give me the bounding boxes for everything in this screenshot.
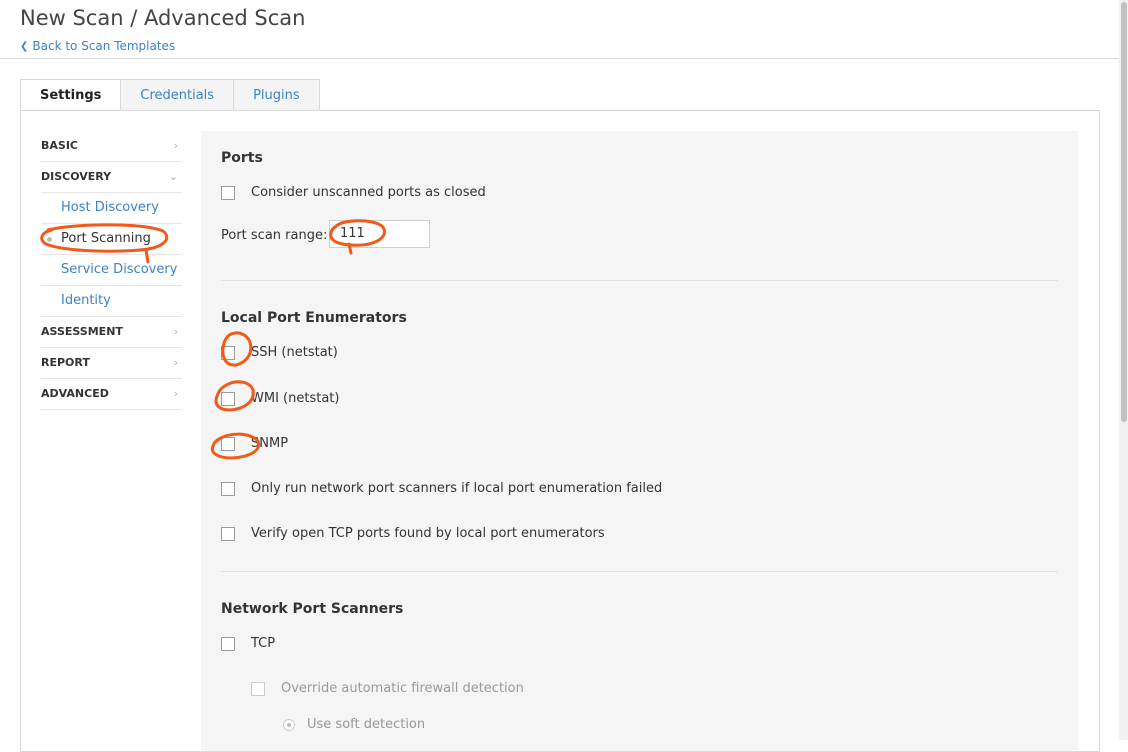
soft-detection-option[interactable]: Use soft detection — [283, 717, 425, 732]
tab-settings[interactable]: Settings — [20, 79, 122, 112]
tcp-option[interactable]: TCP — [221, 636, 275, 651]
nav-item-host-discovery[interactable]: Host Discovery — [41, 193, 182, 224]
chevron-right-icon: › — [173, 325, 178, 338]
wmi-netstat-option[interactable]: WMI (netstat) — [221, 391, 339, 406]
chevron-right-icon: › — [173, 139, 178, 152]
port-scanning-content: Ports Consider unscanned ports as closed… — [201, 131, 1078, 751]
chevron-down-icon: ⌄ — [168, 170, 178, 183]
tab-bar: Settings Credentials Plugins — [20, 79, 320, 112]
page-title: New Scan / Advanced Scan — [20, 6, 306, 30]
nav-advanced-label: ADVANCED — [41, 387, 109, 400]
override-firewall-checkbox[interactable] — [251, 681, 265, 696]
nav-port-scanning-label: Port Scanning — [61, 231, 151, 246]
page-header: New Scan / Advanced Scan ❮ Back to Scan T… — [0, 0, 1119, 59]
override-firewall-label: Override automatic firewall detection — [281, 681, 524, 696]
nav-report-label: REPORT — [41, 356, 90, 369]
wmi-netstat-label: WMI (netstat) — [251, 391, 340, 406]
snmp-label: SNMP — [251, 436, 289, 451]
consider-unscanned-checkbox[interactable] — [221, 185, 235, 200]
back-to-templates-link[interactable]: ❮ Back to Scan Templates — [20, 39, 175, 53]
divider — [221, 571, 1058, 572]
consider-unscanned-option[interactable]: Consider unscanned ports as closed — [221, 185, 486, 200]
soft-detection-label: Use soft detection — [307, 717, 426, 732]
chevron-left-icon: ❮ — [20, 41, 29, 52]
tcp-label: TCP — [251, 636, 276, 651]
only-run-label: Only run network port scanners if local … — [251, 481, 663, 496]
divider — [221, 280, 1058, 281]
port-range-label: Port scan range: — [221, 228, 328, 243]
ports-section-title: Ports — [221, 150, 263, 166]
ssh-netstat-option[interactable]: SSH (netstat) — [221, 345, 338, 360]
settings-sidenav: BASIC › DISCOVERY ⌄ Host Discovery Port … — [41, 131, 182, 410]
tab-plugins[interactable]: Plugins — [234, 79, 320, 112]
nav-section-discovery[interactable]: DISCOVERY ⌄ — [41, 162, 182, 193]
nav-section-advanced[interactable]: ADVANCED › — [41, 379, 182, 410]
nav-item-service-discovery[interactable]: Service Discovery — [41, 255, 182, 286]
scrollbar-thumb[interactable] — [1121, 2, 1127, 422]
chevron-right-icon: › — [173, 387, 178, 400]
port-range-input[interactable]: 111 — [329, 220, 430, 248]
tcp-checkbox[interactable] — [221, 636, 235, 651]
wmi-netstat-checkbox[interactable] — [221, 391, 235, 406]
vertical-scrollbar[interactable] — [1119, 0, 1128, 740]
nav-section-report[interactable]: REPORT › — [41, 348, 182, 379]
ssh-netstat-checkbox[interactable] — [221, 345, 235, 360]
nav-basic-label: BASIC — [41, 139, 78, 152]
nav-section-basic[interactable]: BASIC › — [41, 131, 182, 162]
verify-tcp-checkbox[interactable] — [221, 526, 235, 541]
nav-item-identity[interactable]: Identity — [41, 286, 182, 317]
consider-unscanned-label: Consider unscanned ports as closed — [251, 185, 486, 200]
network-scanners-section-title: Network Port Scanners — [221, 601, 404, 617]
snmp-checkbox[interactable] — [221, 436, 235, 451]
nav-discovery-label: DISCOVERY — [41, 170, 112, 183]
back-link-label: Back to Scan Templates — [32, 39, 176, 53]
verify-tcp-option[interactable]: Verify open TCP ports found by local por… — [221, 526, 605, 541]
nav-assessment-label: ASSESSMENT — [41, 325, 123, 338]
ssh-netstat-label: SSH (netstat) — [251, 345, 338, 360]
chevron-right-icon: › — [173, 356, 178, 369]
only-run-option[interactable]: Only run network port scanners if local … — [221, 481, 662, 496]
tab-credentials[interactable]: Credentials — [121, 79, 235, 112]
soft-detection-radio[interactable] — [283, 718, 295, 731]
nav-item-port-scanning[interactable]: Port Scanning — [41, 224, 182, 255]
snmp-option[interactable]: SNMP — [221, 436, 288, 451]
selected-dot-icon — [47, 237, 52, 242]
local-enum-section-title: Local Port Enumerators — [221, 310, 407, 326]
override-firewall-option[interactable]: Override automatic firewall detection — [251, 681, 524, 696]
only-run-checkbox[interactable] — [221, 481, 235, 496]
settings-panel: BASIC › DISCOVERY ⌄ Host Discovery Port … — [20, 110, 1100, 752]
verify-tcp-label: Verify open TCP ports found by local por… — [251, 526, 605, 541]
nav-section-assessment[interactable]: ASSESSMENT › — [41, 317, 182, 348]
